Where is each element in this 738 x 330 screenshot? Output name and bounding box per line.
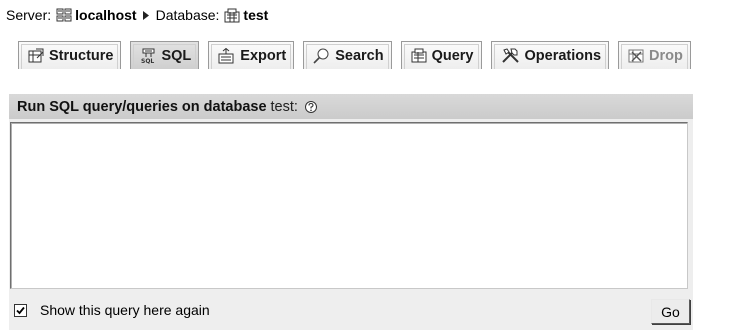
server-label: Server:: [6, 7, 52, 23]
tab-search[interactable]: Search: [303, 41, 392, 69]
tab-operations[interactable]: Operations: [490, 41, 610, 69]
go-button[interactable]: Go: [651, 299, 690, 324]
sql-query-textarea[interactable]: [10, 122, 688, 289]
database-label: Database:: [155, 7, 220, 23]
help-icon[interactable]: [304, 100, 318, 114]
svg-text:SQL: SQL: [141, 58, 154, 64]
server-icon: [56, 8, 72, 22]
operations-icon: [501, 47, 520, 64]
sql-icon: SQL: [140, 48, 156, 64]
tab-label: SQL: [161, 47, 192, 64]
tab-sql[interactable]: SQL SQL: [130, 41, 200, 69]
breadcrumb-arrow-icon: [142, 10, 149, 20]
search-icon: [313, 48, 330, 64]
drop-icon: [628, 48, 644, 63]
server-link[interactable]: localhost: [75, 7, 136, 23]
tab-query[interactable]: Query: [400, 41, 482, 69]
database-link[interactable]: test: [243, 7, 268, 23]
tab-bar: Structure SQL SQL Export Search Query Op…: [18, 41, 700, 69]
tab-label: Structure: [49, 47, 114, 64]
tab-label: Operations: [524, 47, 602, 64]
database-icon: [224, 8, 240, 23]
panel-title: Run SQL query/queries on database: [17, 98, 267, 115]
panel-header: Run SQL query/queries on database test:: [9, 94, 693, 119]
panel-database-name: test:: [270, 98, 298, 115]
panel-footer: Show this query here again Go: [9, 296, 693, 326]
breadcrumb: Server: localhost Database: test: [6, 5, 268, 25]
tab-drop[interactable]: Drop: [618, 41, 691, 69]
tab-label: Query: [431, 47, 474, 64]
show-query-again-option[interactable]: Show this query here again: [14, 302, 210, 318]
checkmark-icon: [16, 306, 25, 314]
tab-label: Drop: [649, 47, 683, 64]
sql-query-panel: Run SQL query/queries on database test: …: [9, 94, 693, 330]
query-icon: [411, 48, 427, 63]
tab-structure[interactable]: Structure: [18, 41, 122, 69]
structure-icon: [28, 48, 44, 63]
phpmyadmin-sql-page: Server: localhost Database: test Structu…: [0, 0, 738, 330]
tab-label: Export: [240, 47, 287, 64]
show-query-again-label: Show this query here again: [40, 302, 210, 318]
export-icon: [218, 47, 235, 64]
tab-export[interactable]: Export: [208, 41, 295, 69]
show-query-again-checkbox[interactable]: [14, 303, 27, 317]
tab-label: Search: [335, 47, 384, 64]
